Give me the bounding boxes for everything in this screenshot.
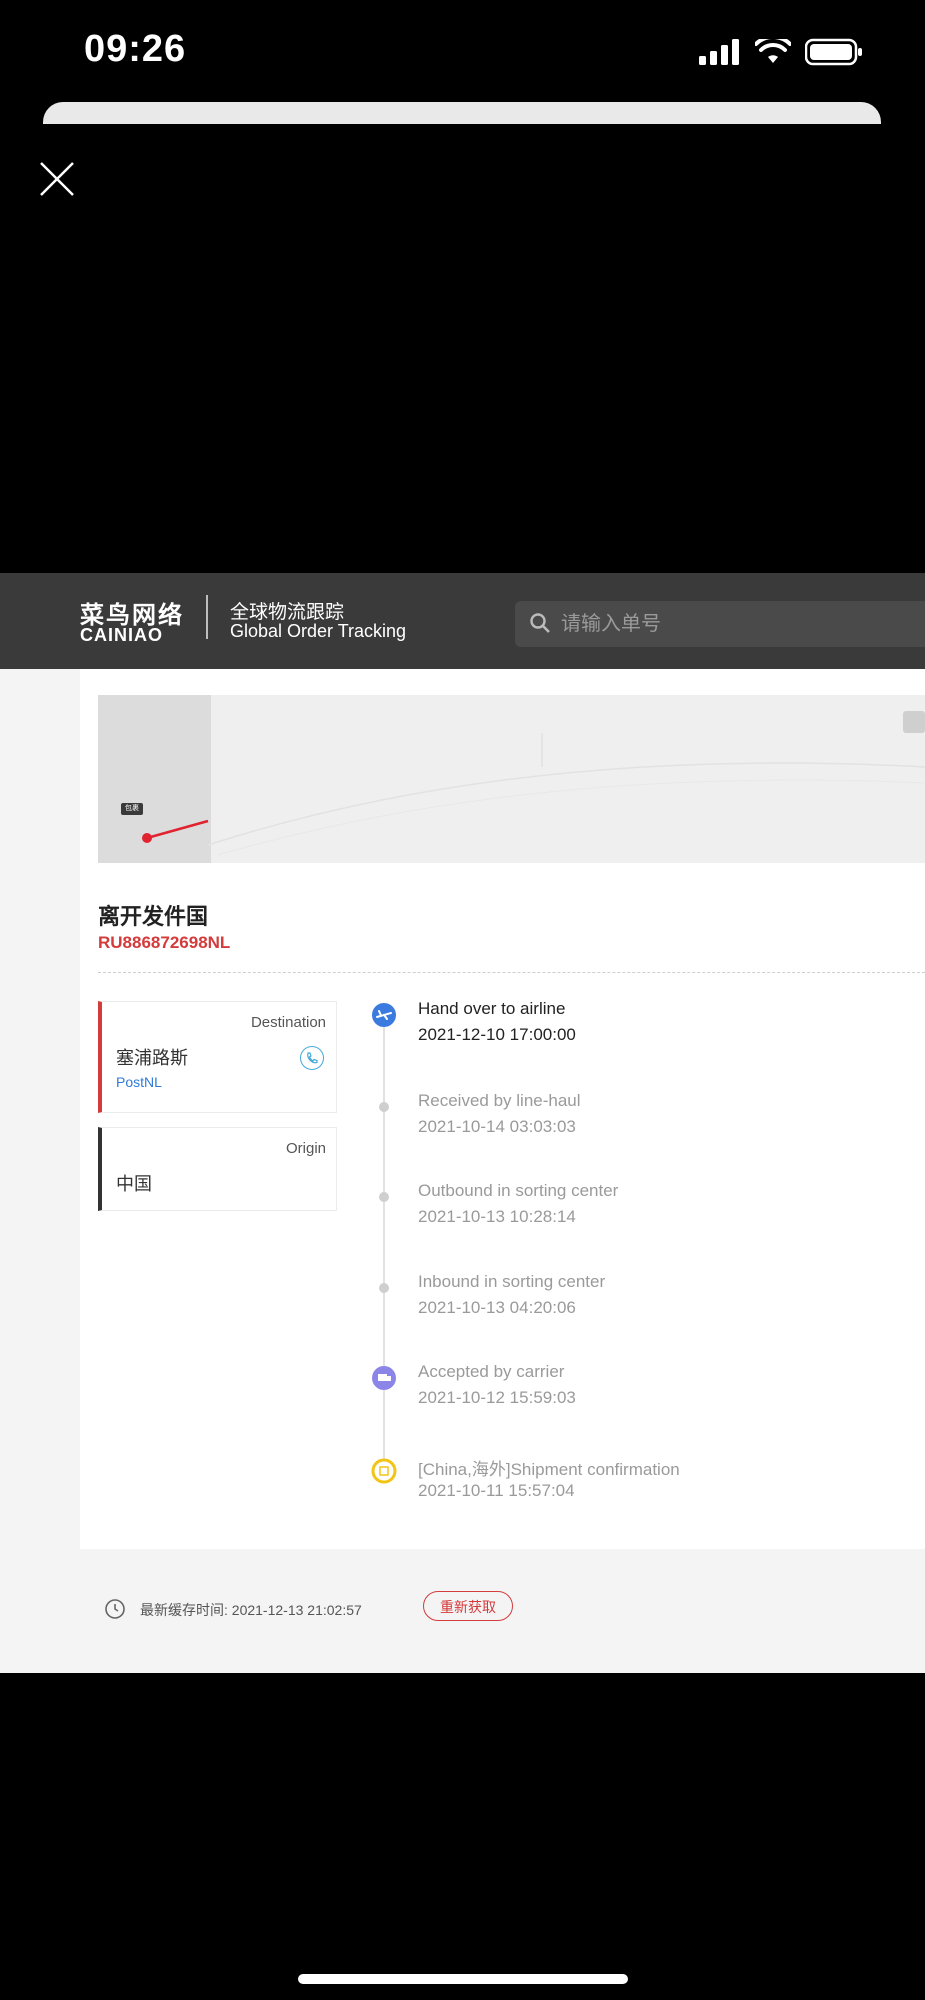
destination-country: 塞浦路斯 xyxy=(116,1048,188,1068)
shipment-status: 离开发件国 xyxy=(98,904,209,929)
destination-card: Destination 塞浦路斯 PostNL xyxy=(98,1001,337,1113)
signal-icon xyxy=(699,39,739,65)
event-time: 2021-10-13 04:20:06 xyxy=(418,1298,576,1317)
map-route xyxy=(146,733,925,856)
site-subtitle-en: Global Order Tracking xyxy=(230,621,407,641)
search-input[interactable] xyxy=(559,609,923,639)
tracking-number[interactable]: RU886872698NL xyxy=(98,933,230,953)
divider xyxy=(98,972,925,973)
origin-country: 中国 xyxy=(116,1174,152,1194)
origin-card: Origin 中国 xyxy=(98,1127,337,1211)
dot-icon xyxy=(379,1192,389,1202)
timeline-event: Received by line-haul 2021-10-14 03:03:0… xyxy=(370,1091,910,1151)
airplane-icon xyxy=(372,1003,396,1027)
destination-carrier-link[interactable]: PostNL xyxy=(116,1074,162,1090)
origin-marker xyxy=(142,833,152,843)
dot-icon xyxy=(379,1102,389,1112)
wifi-icon xyxy=(755,39,791,63)
logo-divider xyxy=(206,595,208,639)
map-marker-label: 包裹 xyxy=(121,803,143,815)
event-time: 2021-10-13 10:28:14 xyxy=(418,1207,576,1226)
refresh-button[interactable]: 重新获取 xyxy=(423,1591,513,1621)
event-title: Outbound in sorting center xyxy=(418,1181,619,1200)
timeline-event: Outbound in sorting center 2021-10-13 10… xyxy=(370,1181,910,1241)
route-map[interactable]: 包裹 xyxy=(98,695,925,863)
event-title: Inbound in sorting center xyxy=(418,1272,606,1291)
timeline-event: Accepted by carrier 2021-10-12 15:59:03 xyxy=(370,1362,910,1422)
status-icons xyxy=(699,38,863,66)
tracking-timeline: Hand over to airline 2021-12-10 17:00:00… xyxy=(370,999,910,1519)
cache-footer: 最新缓存时间: 2021-12-13 21:02:57 重新获取 xyxy=(80,1576,925,1638)
phone-icon[interactable] xyxy=(300,1046,324,1070)
close-icon[interactable] xyxy=(38,160,76,198)
tracking-page: 菜鸟网络 CAINIAO 全球物流跟踪 Global Order Trackin… xyxy=(0,573,925,1673)
destination-label: Destination xyxy=(250,1014,326,1031)
site-subtitle-cn: 全球物流跟踪 xyxy=(230,602,345,623)
status-time: 09:26 xyxy=(84,28,187,70)
box-icon xyxy=(371,1458,397,1484)
origin-label: Origin xyxy=(285,1140,326,1157)
timeline-event: [China,海外]Shipment confirmation 2021-10-… xyxy=(370,1455,910,1515)
event-title: [China,海外]Shipment confirmation xyxy=(418,1460,680,1479)
sheet-handle xyxy=(43,102,881,124)
dot-icon xyxy=(379,1283,389,1293)
event-title: Received by line-haul xyxy=(418,1091,581,1110)
tracking-card: 包裹 离开发件国 RU886872698NL Destination 塞浦路斯 … xyxy=(80,669,925,1549)
event-title: Accepted by carrier xyxy=(418,1362,565,1381)
logo-en[interactable]: CAINIAO xyxy=(80,625,163,646)
home-indicator[interactable] xyxy=(298,1974,628,1984)
event-title: Hand over to airline xyxy=(418,999,566,1018)
search-box[interactable] xyxy=(515,601,925,647)
truck-icon xyxy=(372,1366,396,1390)
event-time: 2021-10-14 03:03:03 xyxy=(418,1117,576,1136)
timeline-event: Inbound in sorting center 2021-10-13 04:… xyxy=(370,1272,910,1332)
timeline-event: Hand over to airline 2021-12-10 17:00:00 xyxy=(370,999,910,1059)
site-header: 菜鸟网络 CAINIAO 全球物流跟踪 Global Order Trackin… xyxy=(0,573,925,669)
cache-time-text: 最新缓存时间: 2021-12-13 21:02:57 xyxy=(140,1602,362,1618)
battery-icon xyxy=(805,38,862,66)
status-bar: 09:26 xyxy=(0,0,925,100)
clock-icon xyxy=(105,1599,125,1619)
event-time: 2021-10-12 15:59:03 xyxy=(418,1388,576,1407)
event-time: 2021-10-11 15:57:04 xyxy=(418,1481,575,1500)
search-icon xyxy=(530,613,550,633)
map-control[interactable] xyxy=(903,711,925,733)
event-time: 2021-12-10 17:00:00 xyxy=(418,1025,576,1044)
